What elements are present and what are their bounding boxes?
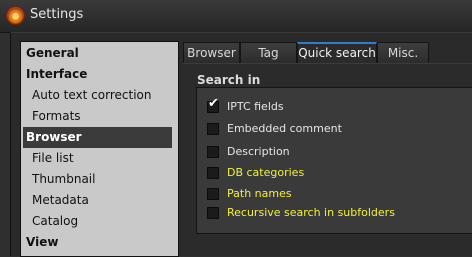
checkbox[interactable] <box>207 167 219 179</box>
option-label: Description <box>227 145 290 158</box>
option-label: Recursive search in subfolders <box>227 206 395 219</box>
sidebar-item-interface[interactable]: Interface <box>21 64 176 85</box>
tab-quick-search[interactable]: Quick search <box>297 42 377 63</box>
app-logo-icon <box>7 7 24 24</box>
option-label: DB categories <box>227 166 305 179</box>
sidebar-item-thumbnail[interactable]: Thumbnail <box>21 169 176 190</box>
option-label: Embedded comment <box>227 122 342 135</box>
option-path-names[interactable]: Path names <box>207 187 472 201</box>
sidebar-item-file-list[interactable]: File list <box>21 148 176 169</box>
checkbox[interactable] <box>207 123 219 135</box>
checkbox[interactable] <box>207 146 219 158</box>
tab-misc[interactable]: Misc. <box>377 42 429 63</box>
sidebar-item-formats[interactable]: Formats <box>21 106 176 127</box>
sidebar-item-metadata[interactable]: Metadata <box>21 190 176 211</box>
checkbox[interactable] <box>207 207 219 219</box>
checkbox[interactable]: ✔ <box>207 97 219 113</box>
option-embedded-comment[interactable]: Embedded comment <box>207 122 472 136</box>
sidebar-item-catalog[interactable]: Catalog <box>21 211 176 232</box>
tab-tag[interactable]: Tag <box>240 42 297 63</box>
sidebar-item-general[interactable]: General <box>21 43 176 64</box>
sidebar-item-browser[interactable]: Browser <box>23 127 172 148</box>
option-iptc-fields[interactable]: ✔ IPTC fields <box>207 97 472 114</box>
option-description[interactable]: Description <box>207 145 472 159</box>
title-bar[interactable]: Settings <box>0 0 472 33</box>
settings-window: Settings General Interface Auto text cor… <box>0 0 472 257</box>
sidebar-item-auto-text-correction[interactable]: Auto text correction <box>21 85 176 106</box>
option-recursive-search[interactable]: Recursive search in subfolders <box>207 206 472 220</box>
search-in-heading: Search in <box>197 73 261 87</box>
checkmark-icon: ✔ <box>208 96 219 111</box>
option-label: IPTC fields <box>227 100 284 113</box>
option-label: Path names <box>227 187 292 200</box>
checkbox[interactable] <box>207 188 219 200</box>
window-title: Settings <box>30 7 84 22</box>
sidebar-item-view[interactable]: View <box>21 232 176 253</box>
settings-category-list[interactable]: General Interface Auto text correction F… <box>20 41 179 257</box>
option-db-categories[interactable]: DB categories <box>207 166 472 180</box>
tab-bar: Browser Tag Quick search Misc. <box>183 42 472 63</box>
tab-browser[interactable]: Browser <box>183 42 240 63</box>
